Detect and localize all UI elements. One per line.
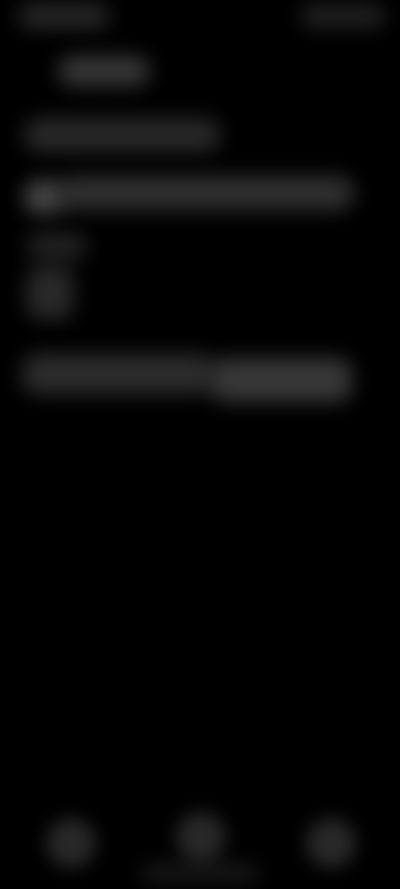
secondary-text-2-value — [26, 266, 27, 267]
bottom-nav-item-3-icon[interactable] — [306, 818, 356, 868]
bottom-nav-item-2-icon[interactable] — [176, 812, 226, 862]
header-title-text — [58, 56, 59, 57]
status-bar-left — [18, 4, 110, 28]
header-title[interactable] — [58, 56, 150, 86]
content-row[interactable] — [58, 176, 354, 210]
action-button-right[interactable] — [210, 358, 352, 402]
bottom-nav-item-3-label — [306, 818, 307, 819]
status-bar-left-text — [18, 4, 19, 5]
bottom-nav-item-1-label — [46, 818, 47, 819]
home-indicator — [140, 864, 260, 882]
status-bar-right — [300, 4, 386, 28]
action-button-left-label — [22, 354, 23, 355]
content-row-text — [58, 176, 59, 177]
section-title-text — [24, 118, 25, 119]
bottom-nav-item-1-icon[interactable] — [46, 818, 96, 868]
bottom-nav-item-2-label — [176, 812, 177, 813]
status-bar-right-text — [300, 4, 301, 5]
secondary-text-1 — [26, 232, 88, 260]
secondary-text-2 — [26, 266, 74, 320]
secondary-text-1-value — [26, 232, 27, 233]
action-button-left[interactable] — [22, 354, 214, 394]
section-title — [24, 118, 220, 152]
